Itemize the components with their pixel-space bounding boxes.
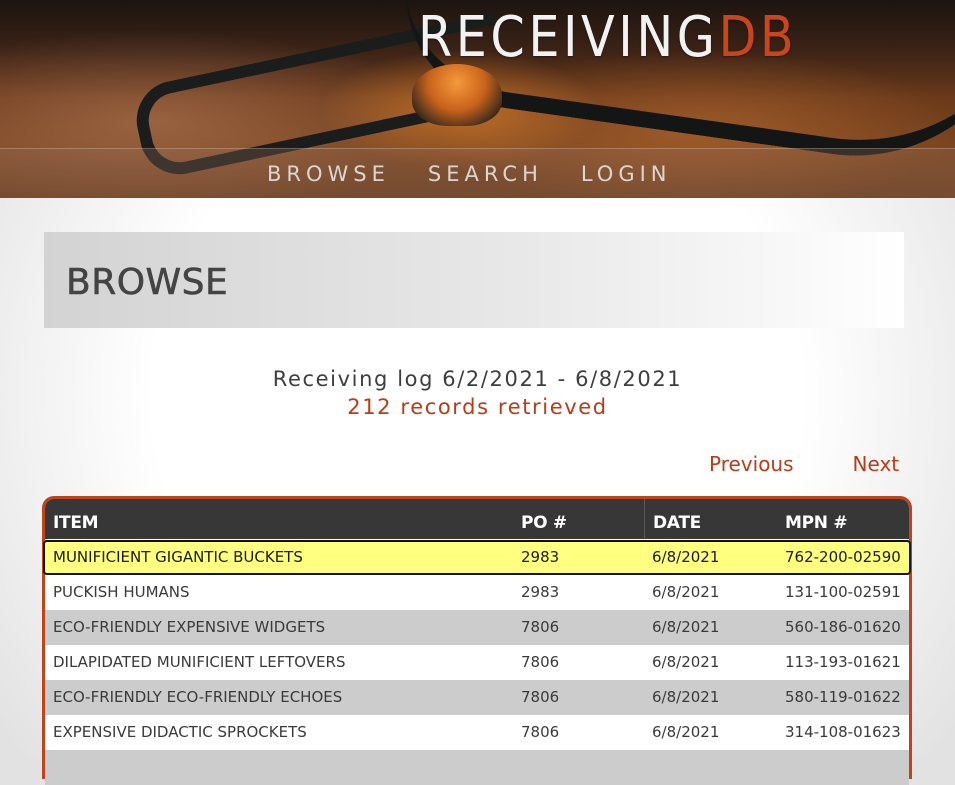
cell-po: 2983 bbox=[521, 548, 560, 566]
cell-mpn: 113-193-01621 bbox=[785, 653, 901, 671]
pagination: Previous Next bbox=[709, 451, 899, 477]
table-row[interactable]: PUCKISH HUMANS 2983 6/8/2021 131-100-02591 bbox=[45, 575, 909, 610]
cell-item: EXPENSIVE DIDACTIC SPROCKETS bbox=[53, 723, 307, 741]
cell-date: 6/8/2021 bbox=[652, 653, 720, 671]
table-row-selected[interactable]: MUNIFICIENT GIGANTIC BUCKETS 2983 6/8/2021… bbox=[43, 540, 911, 575]
table-header: ITEM PO # DATE MPN # bbox=[45, 499, 909, 539]
cell-po: 2983 bbox=[521, 583, 560, 601]
page-title-band: BROWSE bbox=[44, 232, 904, 328]
column-header-item[interactable]: ITEM bbox=[45, 499, 511, 539]
table-row[interactable] bbox=[45, 750, 909, 785]
header-banner: RECEIVINGDB BROWSE SEARCH LOGIN bbox=[0, 0, 955, 198]
main-nav: BROWSE SEARCH LOGIN bbox=[267, 160, 710, 188]
cell-item: ECO-FRIENDLY ECO-FRIENDLY ECHOES bbox=[53, 688, 343, 706]
page-title: BROWSE bbox=[66, 262, 229, 303]
cell-mpn: 131-100-02591 bbox=[785, 583, 901, 601]
date-range-text: Receiving log 6/2/2021 - 6/8/2021 bbox=[272, 367, 683, 391]
cell-item: DILAPIDATED MUNIFICIENT LEFTOVERS bbox=[53, 653, 346, 671]
cell-po: 7806 bbox=[521, 688, 560, 706]
cell-date: 6/8/2021 bbox=[652, 618, 720, 636]
table-row[interactable]: EXPENSIVE DIDACTIC SPROCKETS 7806 6/8/2021… bbox=[45, 715, 909, 750]
cell-date: 6/8/2021 bbox=[652, 688, 720, 706]
cell-po: 7806 bbox=[521, 653, 560, 671]
column-header-po[interactable]: PO # bbox=[511, 499, 644, 539]
nav-search[interactable]: SEARCH bbox=[428, 160, 543, 188]
record-count: 212 records retrieved bbox=[347, 395, 608, 419]
log-summary: Receiving log 6/2/2021 - 6/8/2021 212 re… bbox=[0, 366, 955, 422]
nav-login[interactable]: LOGIN bbox=[581, 160, 672, 188]
cell-mpn: 560-186-01620 bbox=[785, 618, 901, 636]
table-row[interactable]: ECO-FRIENDLY EXPENSIVE WIDGETS 7806 6/8/20… bbox=[45, 610, 909, 645]
table-body: MUNIFICIENT GIGANTIC BUCKETS 2983 6/8/2021… bbox=[43, 540, 911, 785]
next-link[interactable]: Next bbox=[853, 451, 900, 477]
cell-date: 6/8/2021 bbox=[652, 548, 720, 566]
cell-mpn: 580-119-01622 bbox=[785, 688, 901, 706]
column-header-mpn[interactable]: MPN # bbox=[777, 499, 909, 539]
receiving-table: ITEM PO # DATE MPN # MUNIFICIENT GIGANTI… bbox=[42, 496, 912, 785]
previous-link[interactable]: Previous bbox=[709, 451, 794, 477]
cell-item: ECO-FRIENDLY EXPENSIVE WIDGETS bbox=[53, 618, 326, 636]
cell-item: PUCKISH HUMANS bbox=[53, 583, 190, 601]
cell-po: 7806 bbox=[521, 618, 560, 636]
site-logo[interactable]: RECEIVINGDB bbox=[418, 10, 797, 66]
cell-item: MUNIFICIENT GIGANTIC BUCKETS bbox=[53, 548, 303, 566]
table-row[interactable]: ECO-FRIENDLY ECO-FRIENDLY ECHOES 7806 6/8/… bbox=[45, 680, 909, 715]
logo-main: RECEIVING bbox=[418, 5, 719, 70]
cell-po: 7806 bbox=[521, 723, 560, 741]
banner-image-ladybug bbox=[412, 64, 502, 126]
cell-date: 6/8/2021 bbox=[652, 723, 720, 741]
table-row[interactable]: DILAPIDATED MUNIFICIENT LEFTOVERS 7806 6/8… bbox=[45, 645, 909, 680]
cell-date: 6/8/2021 bbox=[652, 583, 720, 601]
cell-mpn: 762-200-02590 bbox=[785, 548, 901, 566]
nav-browse[interactable]: BROWSE bbox=[267, 160, 390, 188]
logo-accent: DB bbox=[718, 5, 798, 70]
column-header-date[interactable]: DATE bbox=[644, 499, 777, 539]
cell-mpn: 314-108-01623 bbox=[785, 723, 901, 741]
